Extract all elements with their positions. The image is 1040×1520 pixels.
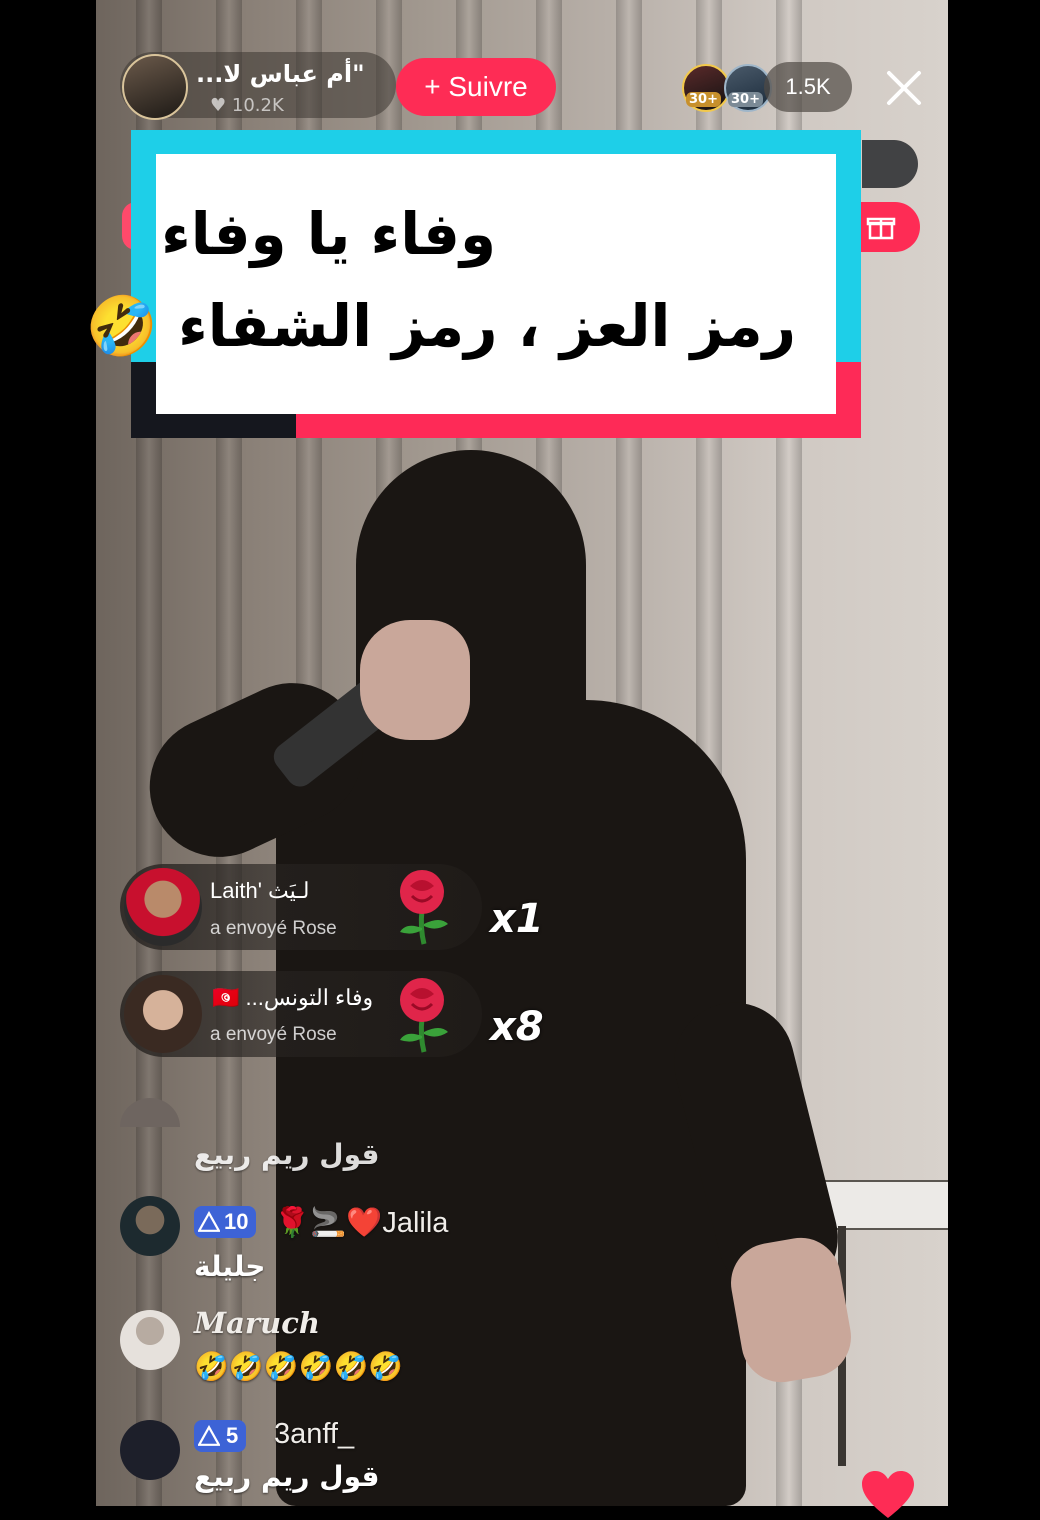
- gift-count: x8: [490, 1004, 544, 1050]
- gift-action: a envoyé Rose: [210, 918, 337, 939]
- rose-icon: [400, 870, 448, 945]
- caption-card-inner: وفاء يا وفاء رمز العز ، رمز الشفاء 🤣: [86, 154, 836, 414]
- level-badge: 5: [194, 1420, 247, 1452]
- host-name: "أم عباس لا...: [196, 60, 365, 88]
- gift-button[interactable]: [858, 202, 920, 252]
- username-emoji: 🌹🚬❤️: [274, 1207, 383, 1239]
- gift-sender-avatar[interactable]: [124, 868, 202, 946]
- comment-avatar[interactable]: [120, 1420, 180, 1480]
- level-number: 10: [224, 1209, 249, 1234]
- side-widget[interactable]: [862, 140, 918, 188]
- level-badge: 10: [194, 1206, 257, 1238]
- level-triangle-icon: [198, 1425, 220, 1446]
- close-icon[interactable]: [884, 68, 924, 108]
- gift-icon: [866, 217, 896, 240]
- gift-action: a envoyé Rose: [210, 1024, 337, 1045]
- level-number: 5: [226, 1423, 239, 1448]
- heart-icon[interactable]: [860, 1470, 916, 1520]
- caption-line-1: وفاء يا وفاء: [161, 200, 496, 268]
- comment-username: Maruch: [194, 1306, 320, 1340]
- level-triangle-icon: [198, 1211, 220, 1232]
- comment-text: 🤣🤣🤣🤣🤣🤣: [194, 1350, 404, 1383]
- comment-avatar[interactable]: [120, 1310, 180, 1370]
- hand: [360, 620, 470, 740]
- comment-avatar[interactable]: [120, 1196, 180, 1256]
- caption-card: وفاء يا وفاء رمز العز ، رمز الشفاء 🤣: [86, 130, 861, 438]
- heart-small-icon: ♥: [210, 95, 227, 116]
- gift-count: x1: [490, 896, 544, 942]
- viewer-rank-badge: 30+: [728, 92, 763, 107]
- rose-icon: [400, 978, 448, 1053]
- host-likes: ♥ 10.2K: [210, 95, 284, 116]
- caption-line-2: رمز العز ، رمز الشفاء 🤣: [85, 292, 796, 360]
- host-likes-count: 10.2K: [231, 95, 284, 116]
- viewer-count[interactable]: 1.5K: [764, 62, 852, 112]
- follow-button[interactable]: + Suivre: [396, 58, 556, 116]
- comment-text: جليلة: [194, 1250, 266, 1283]
- person-body: [276, 700, 746, 1506]
- gift-sender-name: Laith' لـيَث: [210, 878, 310, 903]
- username-text: Jalila: [382, 1207, 449, 1239]
- gift-sender-name: وفاء التونس... 🇹🇳: [212, 985, 374, 1010]
- viewer-rank-badge: 30+: [686, 92, 721, 107]
- comment-text: قول ريم ربيع: [194, 1138, 380, 1171]
- comment-username: 🌹🚬❤️Jalila: [274, 1206, 448, 1240]
- comment-username: 3anff_: [274, 1418, 355, 1450]
- gift-sender-avatar[interactable]: [124, 975, 202, 1053]
- host-avatar[interactable]: [122, 54, 188, 120]
- comment-text: قول ريم ربيع: [194, 1460, 380, 1493]
